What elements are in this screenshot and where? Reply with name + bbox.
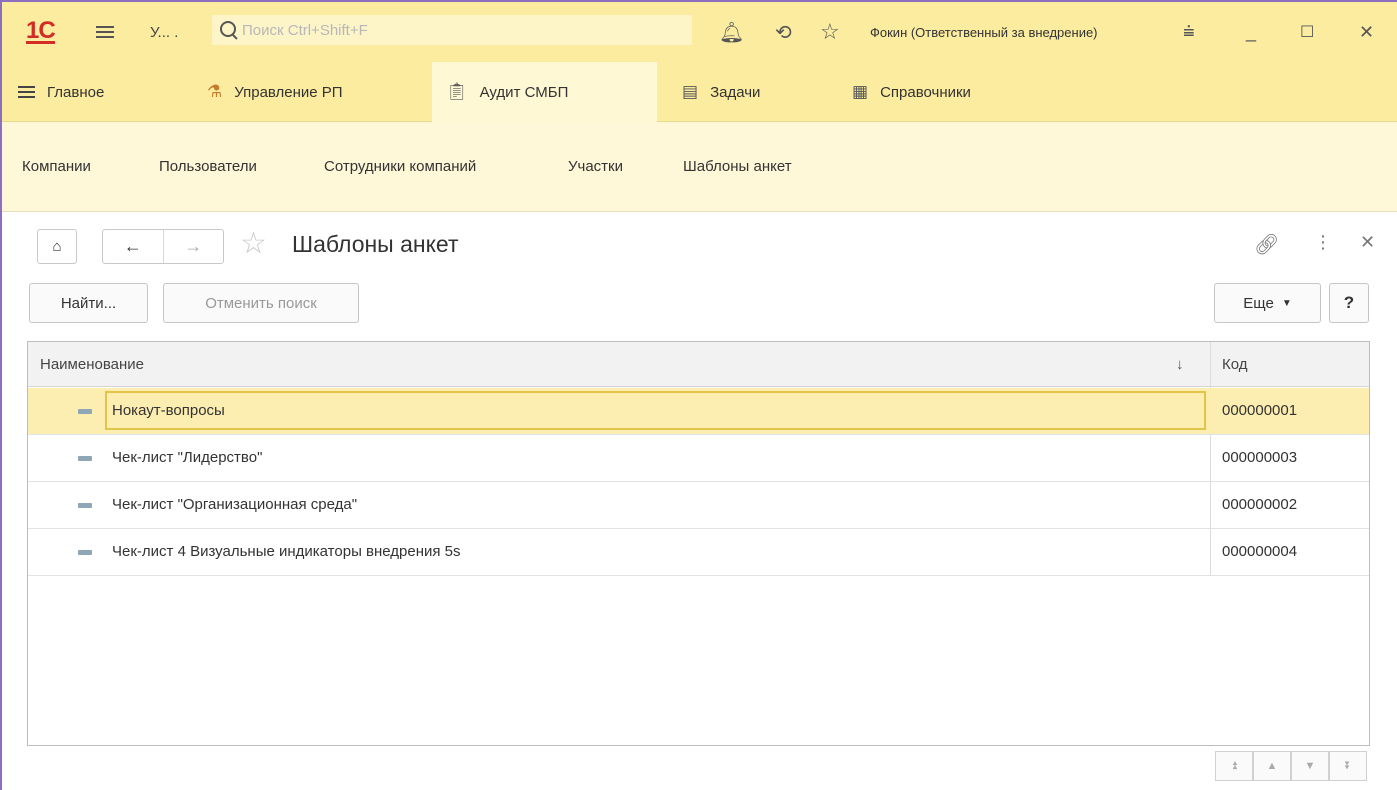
table-row[interactable]: Чек-лист 4 Визуальные индикаторы внедрен… [28, 529, 1369, 576]
row-code: 000000003 [1222, 449, 1298, 466]
table-scroll-nav: ⏫︎ ▲ ▼ ⏬︎ [1215, 751, 1369, 781]
table-row[interactable]: Чек-лист "Организационная среда" 0000000… [28, 482, 1369, 529]
scroll-down-icon[interactable]: ▼ [1291, 751, 1329, 781]
forward-button[interactable]: → [163, 230, 223, 263]
section-project-management[interactable]: ⚗ Управление РП [207, 62, 343, 122]
main-menu-icon[interactable] [96, 2, 114, 62]
section-tasks[interactable]: ▤ Задачи [682, 62, 760, 122]
templates-table[interactable]: Наименование ↓ Код Нокаут-вопросы 000000… [27, 341, 1370, 746]
row-code: 000000004 [1222, 543, 1298, 560]
section-label: Аудит СМБП [479, 83, 569, 101]
row-name: Чек-лист "Организационная среда" [112, 496, 358, 513]
search-input[interactable] [242, 21, 662, 39]
history-nav: ← → [102, 229, 224, 264]
title-bar: 1С У... . 🔔︎ ⟲ ☆ Фокин (Ответственный за… [2, 2, 1397, 62]
section-label: Задачи [710, 83, 761, 101]
func-link-companies[interactable]: Компании [22, 158, 91, 175]
sections-panel: Главное ⚗ Управление РП 📋︎ Аудит СМБП ▤ … [2, 62, 1397, 122]
close-window-icon[interactable]: ✕ [1359, 2, 1374, 62]
row-code: 000000001 [1222, 402, 1298, 419]
home-button[interactable]: ⌂ [37, 229, 77, 264]
func-link-users[interactable]: Пользователи [159, 158, 257, 175]
workflow-icon: ⚗ [207, 82, 223, 101]
back-button[interactable]: ← [103, 230, 163, 263]
close-form-icon[interactable]: ✕ [1360, 232, 1375, 253]
menu-icon [18, 83, 35, 101]
page-title: Шаблоны анкет [292, 231, 459, 257]
row-name: Чек-лист "Лидерство" [112, 449, 263, 466]
func-link-company-employees[interactable]: Сотрудники компаний [324, 158, 476, 175]
table-header: Наименование ↓ Код [28, 342, 1369, 387]
current-user[interactable]: Фокин (Ответственный за внедрение) [870, 2, 1098, 62]
section-label: Управление РП [234, 83, 343, 101]
item-marker-icon [78, 409, 92, 414]
app-logo[interactable]: 1С [26, 2, 56, 62]
row-name: Нокаут-вопросы [112, 402, 225, 419]
history-icon[interactable]: ⟲ [775, 2, 792, 62]
section-directories[interactable]: ▦ Справочники [852, 62, 971, 122]
func-link-survey-templates[interactable]: Шаблоны анкет [683, 158, 792, 175]
scroll-last-icon[interactable]: ⏬︎ [1329, 751, 1367, 781]
column-header-name[interactable]: Наименование [40, 342, 144, 387]
item-marker-icon [78, 503, 92, 508]
section-audit[interactable]: 📋︎ Аудит СМБП [432, 62, 657, 122]
func-link-sites[interactable]: Участки [568, 158, 623, 175]
more-actions-icon[interactable]: ⋮ [1314, 232, 1332, 253]
section-label: Главное [47, 83, 105, 101]
help-button[interactable]: ? [1329, 283, 1369, 323]
cancel-search-button[interactable]: Отменить поиск [163, 283, 359, 323]
favorites-star-icon[interactable]: ☆ [820, 2, 840, 62]
arrow-left-icon: ← [123, 236, 142, 256]
maximize-icon[interactable]: ☐ [1300, 2, 1314, 62]
section-label: Справочники [880, 83, 971, 101]
minimize-icon[interactable]: _ [1246, 2, 1256, 62]
more-button[interactable]: Еще ▼ [1214, 283, 1321, 323]
app-name[interactable]: У... . [150, 2, 178, 62]
scroll-first-icon[interactable]: ⏫︎ [1215, 751, 1253, 781]
settings-menu-icon[interactable]: ⩧ [1183, 2, 1195, 62]
search-icon [218, 19, 240, 41]
functions-panel: Компании Пользователи Сотрудники компани… [2, 122, 1397, 212]
arrow-right-icon: → [184, 236, 203, 256]
item-marker-icon [78, 456, 92, 461]
table-row[interactable]: Нокаут-вопросы 000000001 [28, 388, 1369, 435]
row-code: 000000002 [1222, 496, 1298, 513]
search-box[interactable] [212, 15, 692, 45]
scroll-up-icon[interactable]: ▲ [1253, 751, 1291, 781]
clipboard-icon: 📋︎ [446, 82, 468, 101]
find-button[interactable]: Найти... [29, 283, 148, 323]
more-button-label: Еще [1243, 294, 1274, 312]
notifications-icon[interactable]: 🔔︎ [719, 2, 744, 62]
table-row[interactable]: Чек-лист "Лидерство" 000000003 [28, 435, 1369, 482]
home-icon: ⌂ [52, 238, 62, 255]
link-icon[interactable]: 🔗︎ [1254, 232, 1279, 257]
item-marker-icon [78, 550, 92, 555]
sort-arrow-icon[interactable]: ↓ [1176, 342, 1184, 387]
document-icon: ▤ [682, 82, 699, 101]
favorite-star-icon[interactable]: ☆ [240, 226, 267, 261]
section-main[interactable]: Главное [18, 62, 104, 122]
table-icon: ▦ [852, 82, 869, 101]
column-header-code[interactable]: Код [1222, 342, 1248, 387]
chevron-down-icon: ▼ [1281, 297, 1292, 309]
row-name: Чек-лист 4 Визуальные индикаторы внедрен… [112, 543, 461, 560]
